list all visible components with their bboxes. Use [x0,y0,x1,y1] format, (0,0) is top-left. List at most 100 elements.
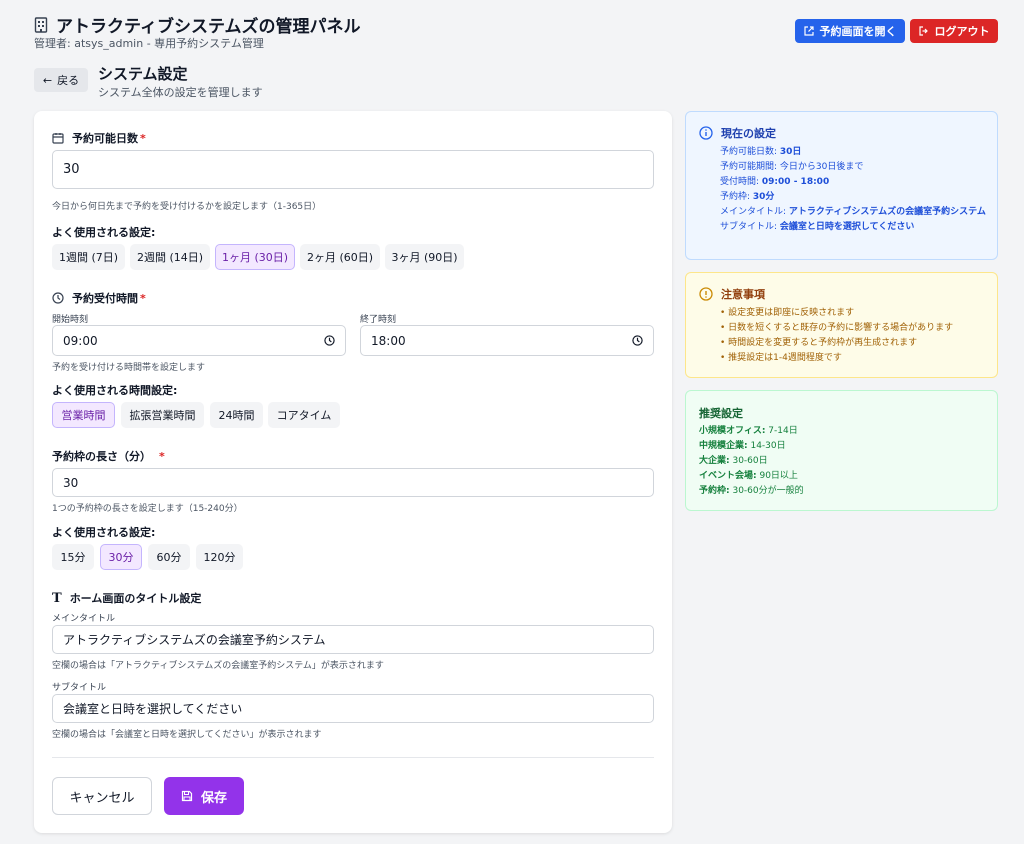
current-settings-panel: 現在の設定 予約可能日数: 30日 予約可能期間: 今日から30日後まで 受付時… [685,111,998,260]
notes-title: 注意事項 [699,286,765,302]
sub-title-help: 空欄の場合は「会議室と日時を選択してください」が表示されます [52,730,322,740]
preset-30min[interactable]: 30分 [100,544,142,570]
title-settings-label: T ホーム画面のタイトル設定 [52,590,201,606]
preset-15min[interactable]: 15分 [52,544,94,570]
note-item: • 時間設定を変更すると予約枠が再生成されます [720,338,918,348]
preset-business-hours[interactable]: 営業時間 [52,402,115,428]
open-booking-label: 予約画面を開く [819,25,897,38]
current-settings-title: 現在の設定 [699,125,776,141]
booking-days-label-text: 予約可能日数 [72,132,138,145]
current-settings-list: 予約可能日数: 30日 予約可能期間: 今日から30日後まで 受付時間: 09:… [720,145,988,235]
recommend-item: イベント会場: 90日以上 [699,469,804,484]
end-time-input[interactable]: 18:00 [360,325,654,356]
booking-days-help: 今日から何日先まで予約を受け付けるかを設定します（1-365日） [52,202,322,212]
recommend-value: 14-30日 [747,441,786,451]
main-title-label: メインタイトル [52,614,116,624]
preset-120min[interactable]: 120分 [196,544,243,570]
hours-label-text: 予約受付時間 [72,292,138,305]
booking-days-label: 予約可能日数 * [52,130,146,146]
slot-length-help: 1つの予約枠の長さを設定します（15-240分） [52,504,243,514]
page-subtitle: システム全体の設定を管理します [98,86,263,99]
slot-presets-title: よく使用される設定: [52,526,156,539]
recommend-key: イベント会場: [699,471,757,481]
required-mark: * [159,449,165,463]
current-setting-key: サブタイトル: [720,222,780,232]
preset-core-time[interactable]: コアタイム [268,402,340,428]
sub-title-input[interactable]: 会議室と日時を選択してください [52,694,654,723]
divider [52,757,654,758]
current-setting-line: 予約可能日数: 30日 [720,145,988,160]
title-settings-label-text: ホーム画面のタイトル設定 [69,592,202,605]
alert-icon [699,287,713,301]
logout-label: ログアウト [934,25,990,38]
booking-days-input[interactable]: 30 [52,150,654,189]
current-setting-line: サブタイトル: 会議室と日時を選択してください [720,220,988,235]
recommend-item: 小規模オフィス: 7-14日 [699,424,804,439]
recommend-value: 7-14日 [765,426,798,436]
current-setting-key: 予約可能期間: 今日から30日後まで [720,162,864,172]
hours-label: 予約受付時間 * [52,290,146,306]
preset-extended-hours[interactable]: 拡張営業時間 [121,402,204,428]
clock-icon[interactable] [632,335,643,346]
sub-title-label: サブタイトル [52,683,107,693]
current-setting-value: 30分 [752,192,775,202]
save-button[interactable]: 保存 [164,777,244,815]
hours-help: 予約を受け付ける時間帯を設定します [52,363,206,373]
preset-3months[interactable]: 3ヶ月 (90日) [385,244,464,270]
recommend-item: 予約枠: 30-60分が一般的 [699,484,804,499]
preset-2months[interactable]: 2ヶ月 (60日) [300,244,380,270]
note-item: • 推奨設定は1-4週間程度です [720,353,842,363]
preset-24hours[interactable]: 24時間 [210,402,263,428]
app-title: アトラクティブシステムズの管理パネル [34,12,360,37]
start-time-input[interactable]: 09:00 [52,325,346,356]
save-icon [181,790,193,802]
hours-presets-title: よく使用される時間設定: [52,384,178,397]
slot-length-input[interactable]: 30 [52,468,654,497]
notes-title-text: 注意事項 [721,288,765,301]
building-icon [34,16,48,33]
recommend-title: 推奨設定 [699,407,743,420]
slot-length-label-text: 予約枠の長さ（分） [52,450,151,463]
current-setting-line: メインタイトル: アトラクティブシステムズの会議室予約システム [720,205,988,220]
back-label: 戻る [57,74,80,87]
recommend-value: 90日以上 [756,471,798,481]
slot-length-label: 予約枠の長さ（分） * [52,448,165,464]
end-time-label: 終了時刻 [360,315,397,325]
logout-button[interactable]: ログアウト [910,19,998,43]
main-title-input[interactable]: アトラクティブシステムズの会議室予約システム [52,625,654,654]
current-setting-line: 受付時間: 09:00 - 18:00 [720,175,988,190]
preset-2weeks[interactable]: 2週間 (14日) [130,244,210,270]
start-time-label: 開始時刻 [52,315,89,325]
recommend-key: 中規模企業: [699,441,748,451]
save-label: 保存 [200,790,227,806]
back-button[interactable]: ← 戻る [34,68,88,92]
clock-icon [52,292,64,304]
note-item: • 設定変更は即座に反映されます [720,308,855,318]
recommend-item: 中規模企業: 14-30日 [699,439,804,454]
calendar-icon [52,133,64,144]
preset-1month[interactable]: 1ヶ月 (30日) [215,244,295,270]
arrow-left-icon: ← [42,73,53,87]
recommend-key: 小規模オフィス: [699,426,766,436]
notes-list: • 設定変更は即座に反映されます • 日数を短くすると既存の予約に影響する場合が… [720,306,953,366]
current-setting-key: 予約可能日数: [720,147,780,157]
logout-icon [918,26,928,36]
start-time-value: 09:00 [63,333,98,348]
cancel-button[interactable]: キャンセル [52,777,152,815]
current-setting-value: 会議室と日時を選択してください [779,222,915,232]
external-link-icon [803,26,814,36]
preset-1week[interactable]: 1週間 (7日) [52,244,125,270]
current-setting-key: 受付時間: [720,177,762,187]
clock-icon[interactable] [324,335,335,346]
open-booking-button[interactable]: 予約画面を開く [795,19,905,43]
current-setting-key: 予約枠: [720,192,753,202]
info-icon [699,126,713,140]
required-mark: * [140,291,146,305]
preset-60min[interactable]: 60分 [148,544,190,570]
current-setting-line: 予約可能期間: 今日から30日後まで [720,160,988,175]
current-setting-value: アトラクティブシステムズの会議室予約システム [788,207,986,217]
current-setting-value: 09:00 - 18:00 [761,177,830,187]
current-setting-key: メインタイトル: [720,207,789,217]
app-subtitle: 管理者: atsys_admin - 専用予約システム管理 [34,37,264,50]
note-item: • 日数を短くすると既存の予約に影響する場合があります [720,323,954,333]
